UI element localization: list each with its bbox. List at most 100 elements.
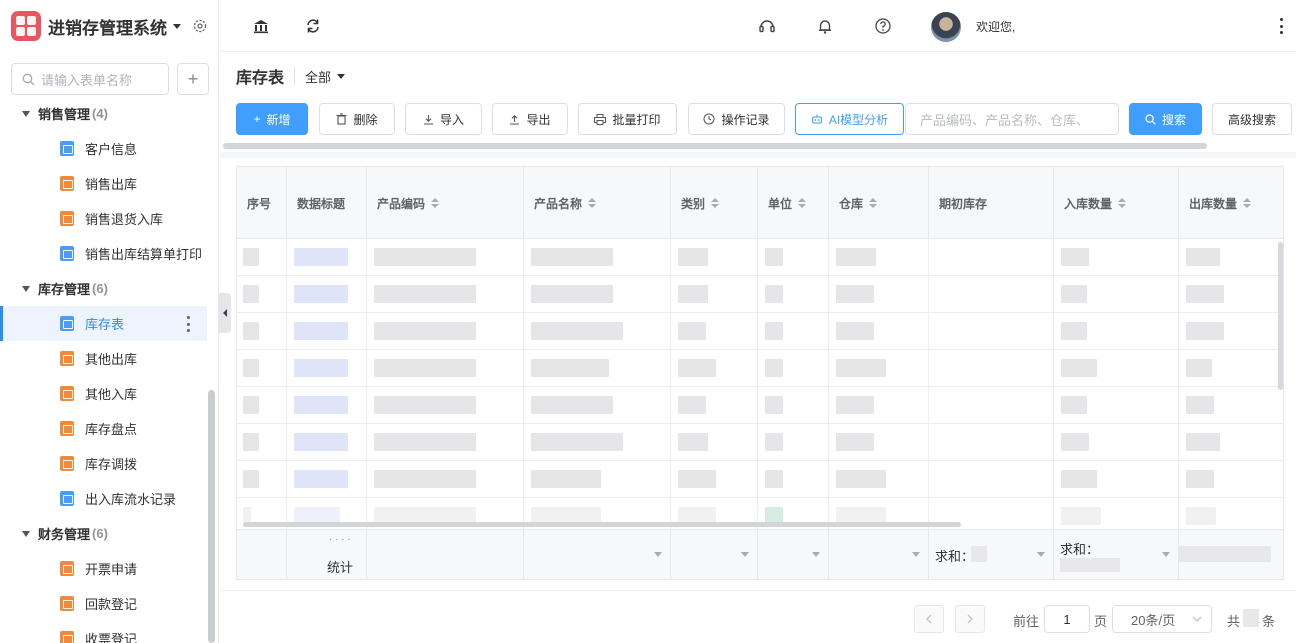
table-row[interactable] [237, 276, 1283, 313]
sidebar-item-sales-out[interactable]: 销售出库 [0, 166, 207, 201]
summary-cell[interactable] [829, 530, 929, 579]
more-vertical-icon[interactable] [1280, 18, 1284, 34]
add-form-button[interactable]: + [177, 63, 209, 95]
new-button[interactable]: + 新增 [236, 103, 308, 135]
masked-value [1061, 470, 1097, 488]
summary-cell[interactable] [367, 530, 524, 579]
sidebar-item-receipt-register[interactable]: 收票登记 [0, 621, 207, 643]
summary-cell-inbound[interactable]: 求和： [1054, 530, 1179, 579]
table-row[interactable] [237, 424, 1283, 461]
sidebar-item-customer-info[interactable]: 客户信息 [0, 131, 207, 166]
sidebar-item-stocktake[interactable]: 库存盘点 [0, 411, 207, 446]
table-row[interactable] [237, 387, 1283, 424]
page-number-input[interactable]: 1 [1044, 605, 1090, 633]
toolbar-scrollbar[interactable] [223, 143, 1207, 149]
table-cell [929, 461, 1054, 498]
sidebar-item-inventory-table[interactable]: 库存表 [0, 306, 207, 341]
search-button[interactable]: 搜索 [1129, 103, 1202, 135]
table-cell [671, 276, 758, 313]
sidebar-item-invoice-request[interactable]: 开票申请 [0, 551, 207, 586]
sort-icon[interactable] [1118, 198, 1127, 208]
masked-value [294, 433, 348, 451]
table-row[interactable] [237, 461, 1283, 498]
sidebar-item-other-out[interactable]: 其他出库 [0, 341, 207, 376]
table-vertical-scrollbar[interactable] [1278, 242, 1283, 390]
ai-analysis-button[interactable]: AI模型分析 [795, 103, 904, 135]
sidebar-item-payment-register[interactable]: 回款登记 [0, 586, 207, 621]
table-cell [1054, 276, 1179, 313]
bank-icon[interactable] [252, 17, 270, 35]
collapse-sidebar-toggle[interactable] [219, 293, 231, 333]
table-cell [1054, 239, 1179, 276]
summary-cell: · · · · 统计 [287, 530, 367, 579]
column-header-inbound-qty[interactable]: 入库数量 [1054, 167, 1179, 239]
summary-cell-opening[interactable]: 求和： [929, 530, 1054, 579]
view-selector[interactable]: 全部 [305, 67, 346, 86]
table-cell [758, 276, 829, 313]
operation-log-button[interactable]: 操作记录 [688, 103, 785, 135]
sort-icon[interactable] [711, 198, 720, 208]
sort-icon[interactable] [869, 198, 878, 208]
more-vertical-icon[interactable] [187, 316, 191, 332]
table-horizontal-scrollbar[interactable] [243, 522, 961, 527]
brand[interactable]: 进销存管理系统 [0, 0, 218, 52]
column-header-unit[interactable]: 单位 [758, 167, 829, 239]
table-cell [929, 313, 1054, 350]
export-button[interactable]: 导出 [492, 103, 568, 135]
menu-group-inventory[interactable]: 库存管理 (6) [0, 271, 207, 306]
masked-value [765, 285, 783, 303]
item-label: 收票登记 [85, 632, 138, 643]
clock-icon [703, 113, 715, 125]
table-cell [929, 239, 1054, 276]
sort-icon[interactable] [431, 198, 440, 208]
download-icon [423, 114, 433, 125]
prev-page-button[interactable] [914, 605, 944, 633]
gear-icon[interactable] [192, 18, 208, 34]
column-header-warehouse[interactable]: 仓库 [829, 167, 929, 239]
sidebar-item-stock-flow[interactable]: 出入库流水记录 [0, 481, 207, 516]
chevron-down-icon[interactable] [173, 23, 181, 29]
import-button[interactable]: 导入 [405, 103, 482, 135]
next-page-button[interactable] [955, 605, 985, 633]
summary-cell[interactable] [758, 530, 829, 579]
table-row[interactable] [237, 350, 1283, 387]
sidebar-item-transfer[interactable]: 库存调拨 [0, 446, 207, 481]
column-header-product-code[interactable]: 产品编码 [367, 167, 524, 239]
table-cell [829, 461, 929, 498]
keyword-search-input[interactable]: 产品编码、产品名称、仓库、 [905, 103, 1119, 135]
help-icon[interactable] [874, 17, 892, 35]
bell-icon[interactable] [816, 17, 834, 35]
summary-cell-outbound[interactable] [1179, 530, 1283, 579]
sort-icon[interactable] [798, 198, 807, 208]
summary-cell[interactable] [671, 530, 758, 579]
menu-group-sales[interactable]: 销售管理 (4) [0, 96, 207, 131]
section-divider [220, 152, 1296, 158]
table-row[interactable] [237, 313, 1283, 350]
avatar[interactable] [931, 12, 961, 42]
table-row[interactable] [237, 239, 1283, 276]
headset-icon[interactable] [758, 17, 776, 35]
masked-value [765, 470, 783, 488]
sort-icon[interactable] [1243, 198, 1252, 208]
summary-cell[interactable] [524, 530, 671, 579]
refresh-icon[interactable] [304, 17, 322, 35]
menu-group-finance[interactable]: 财务管理 (6) [0, 516, 207, 551]
column-header-category[interactable]: 类别 [671, 167, 758, 239]
column-header-outbound-qty[interactable]: 出库数量 [1179, 167, 1283, 239]
inventory-table: 序号 数据标题 产品编码 产品名称 类别 单位 仓库 期初库存 入库数量 出库数… [236, 166, 1284, 580]
delete-button[interactable]: 删除 [319, 103, 395, 135]
column-header-product-name[interactable]: 产品名称 [524, 167, 671, 239]
group-label: 财务管理 [38, 527, 91, 542]
batch-print-button[interactable]: 批量打印 [578, 103, 677, 135]
masked-value [971, 546, 987, 562]
page-title: 库存表 [236, 70, 285, 87]
page-size-select[interactable]: 20条/页 [1112, 605, 1212, 633]
sidebar-item-other-in[interactable]: 其他入库 [0, 376, 207, 411]
sidebar-item-sales-settlement-print[interactable]: 销售出库结算单打印 [0, 236, 207, 271]
sort-icon[interactable] [588, 198, 597, 208]
sidebar-item-sales-return[interactable]: 销售退货入库 [0, 201, 207, 236]
sidebar-scrollbar[interactable] [208, 390, 215, 643]
form-search-input[interactable]: 请输入表单名称 [11, 63, 169, 95]
masked-value [531, 433, 623, 451]
advanced-search-button[interactable]: 高级搜索 [1212, 103, 1292, 135]
